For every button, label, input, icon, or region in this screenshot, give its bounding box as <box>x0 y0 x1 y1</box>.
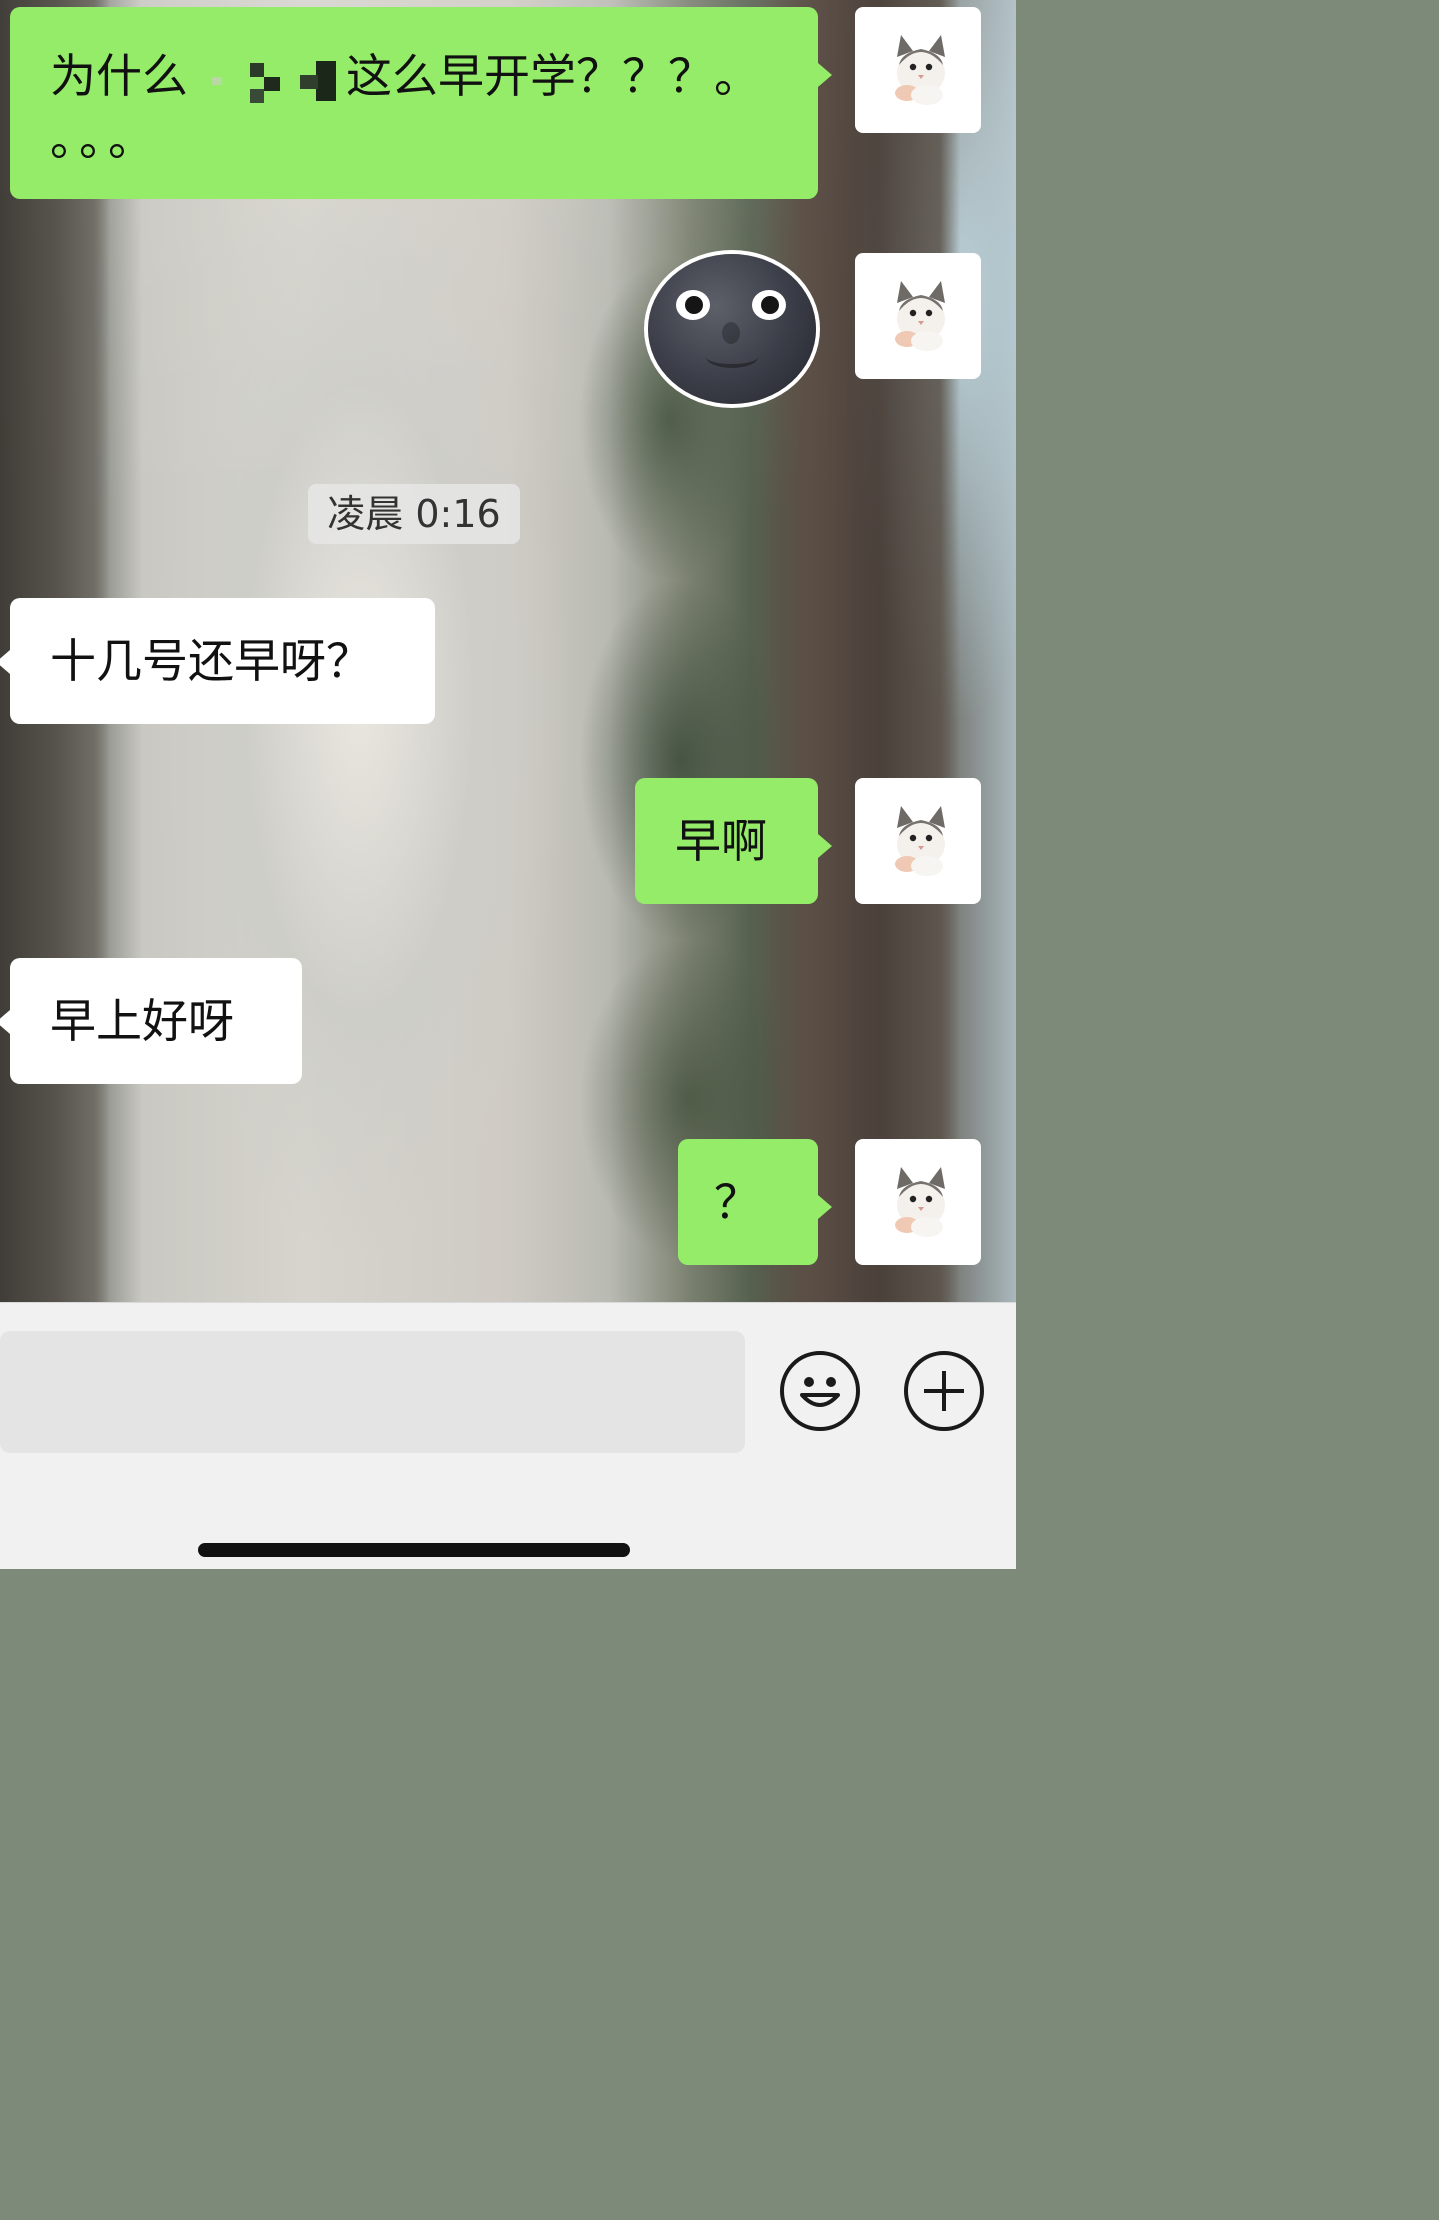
smiley-face-icon[interactable] <box>780 1351 860 1431</box>
cat-avatar-icon[interactable] <box>855 7 981 133</box>
message-text-line2: 。。。 <box>50 112 160 166</box>
message-text: 十几号还早呀？ <box>50 634 372 688</box>
plus-circle-icon[interactable] <box>904 1351 984 1431</box>
message-text: 为什么 <box>50 49 188 103</box>
message-bubble-self[interactable]: 早啊 <box>635 778 832 904</box>
message-text: 早啊 <box>675 814 767 868</box>
message-text: 早上好呀 <box>50 994 234 1048</box>
message-bubble-other[interactable]: 十几号还早呀？ <box>0 598 435 724</box>
message-text: 这么早开学？？？。 <box>346 49 760 103</box>
chat-input-bar <box>0 1302 1016 1569</box>
moon-eye-left <box>676 290 710 320</box>
message-bubble-other[interactable]: 早上好呀 <box>0 958 302 1084</box>
message-timestamp: 凌晨 0:16 <box>308 484 520 544</box>
cat-avatar-icon[interactable] <box>855 1139 981 1265</box>
message-bubble-self[interactable]: ？ <box>678 1139 832 1265</box>
moon-mouth <box>706 346 758 368</box>
cat-avatar-icon[interactable] <box>855 253 981 379</box>
message-text: ？ <box>714 1175 760 1229</box>
message-input[interactable] <box>0 1331 745 1453</box>
redacted-mosaic <box>192 55 342 105</box>
message-bubble-self[interactable]: 为什么 这么早开学？？？。 。。。 <box>10 7 832 199</box>
cat-avatar-icon[interactable] <box>855 778 981 904</box>
moon-eye-right <box>752 290 786 320</box>
new-moon-face-icon[interactable] <box>648 254 816 404</box>
home-indicator[interactable] <box>198 1543 630 1557</box>
moon-nose <box>722 322 740 344</box>
